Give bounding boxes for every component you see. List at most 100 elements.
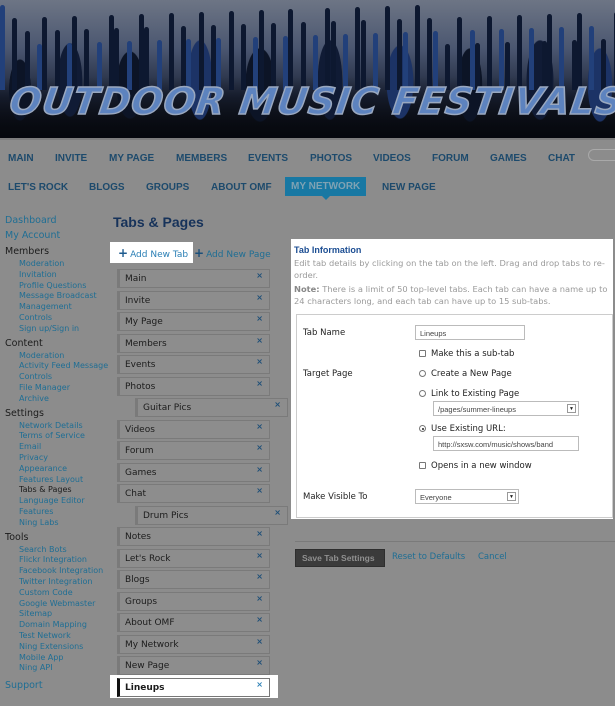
tab-item[interactable]: Main × (117, 269, 270, 288)
nav-tab-my-page[interactable]: MY PAGE (109, 153, 154, 164)
remove-tab-icon[interactable]: × (256, 293, 263, 302)
sidebar-item-profile-questions[interactable]: Profile Questions (5, 281, 108, 292)
tab-item[interactable]: Invite × (117, 290, 270, 310)
tab-item[interactable]: Forum × (117, 441, 270, 460)
sidebar-item-sign-up-sign-in[interactable]: Sign up/Sign in (5, 324, 108, 335)
sidebar-item-features-layout[interactable]: Features Layout (5, 475, 108, 486)
remove-tab-icon[interactable]: × (256, 658, 263, 667)
nav-tab-my-network[interactable]: MY NETWORK (285, 177, 367, 200)
sidebar-item-google-webmaster[interactable]: Google Webmaster (5, 599, 108, 610)
url-input[interactable]: http://sxsw.com/music/shows/band (433, 436, 579, 451)
sidebar-item-moderation[interactable]: Moderation (5, 259, 108, 270)
remove-tab-icon[interactable]: × (256, 336, 263, 345)
sidebar-item-terms-of-service[interactable]: Terms of Service (5, 431, 108, 442)
nav-tab-invite[interactable]: INVITE (55, 153, 87, 164)
reset-defaults-link[interactable]: Reset to Defaults (392, 552, 465, 562)
nav-tab-let-s-rock[interactable]: LET'S ROCK (8, 182, 68, 193)
sidebar-item-custom-code[interactable]: Custom Code (5, 588, 108, 599)
remove-tab-icon[interactable]: × (256, 443, 263, 452)
remove-tab-icon[interactable]: × (256, 314, 263, 323)
tab-item[interactable]: My Page × (117, 312, 270, 331)
sidebar-item-file-manager[interactable]: File Manager (5, 383, 108, 394)
nav-tab-games[interactable]: GAMES (490, 153, 527, 164)
remove-tab-icon[interactable]: × (256, 379, 263, 388)
nav-tab-new-page[interactable]: NEW PAGE (382, 182, 436, 193)
existing-page-select[interactable]: /pages/summer-lineups ▼ (433, 401, 579, 416)
remove-tab-icon[interactable]: × (256, 594, 263, 603)
nav-tab-chat[interactable]: CHAT (548, 153, 575, 164)
sidebar-item-language-editor[interactable]: Language Editor (5, 496, 108, 507)
remove-tab-icon[interactable]: × (256, 615, 263, 624)
sidebar-item-controls[interactable]: Controls (5, 313, 108, 324)
tab-item[interactable]: My Network × (117, 634, 270, 654)
sidebar-item-network-details[interactable]: Network Details (5, 421, 108, 432)
remove-tab-icon[interactable]: × (256, 357, 263, 366)
sub-tab-item[interactable]: Drum Pics × (135, 505, 288, 525)
sidebar-item-ning-extensions[interactable]: Ning Extensions (5, 642, 108, 653)
sidebar-item-controls[interactable]: Controls (5, 372, 108, 383)
sidebar-item-moderation[interactable]: Moderation (5, 351, 108, 362)
new-window-option[interactable]: Opens in a new window (419, 461, 532, 471)
sidebar-item-ning-api[interactable]: Ning API (5, 663, 108, 674)
sidebar-item-message-broadcast[interactable]: Message Broadcast (5, 291, 108, 302)
new-window-checkbox[interactable] (419, 462, 426, 469)
nav-tab-about-omf[interactable]: ABOUT OMF (211, 182, 272, 193)
remove-tab-icon[interactable]: × (256, 572, 263, 581)
use-url-option[interactable]: Use Existing URL: (419, 424, 506, 434)
sidebar-item-twitter-integration[interactable]: Twitter Integration (5, 577, 108, 588)
sidebar-support[interactable]: Support (5, 678, 108, 693)
make-subtab-checkbox[interactable] (419, 350, 426, 357)
site-logo[interactable]: OUTDOOR MUSIC FESTIVALS (6, 79, 615, 124)
sidebar-item-management[interactable]: Management (5, 302, 108, 313)
create-new-page-radio[interactable] (419, 370, 426, 377)
tab-item[interactable]: Groups × (117, 591, 270, 611)
sidebar-my-account[interactable]: My Account (5, 228, 108, 243)
tab-item[interactable]: Photos × (117, 376, 270, 396)
sidebar-item-activity-feed-message[interactable]: Activity Feed Message (5, 361, 108, 372)
sidebar-item-privacy[interactable]: Privacy (5, 453, 108, 464)
link-existing-page-option[interactable]: Link to Existing Page (419, 389, 519, 399)
nav-tab-main[interactable]: MAIN (8, 153, 34, 164)
sidebar-item-invitation[interactable]: Invitation (5, 270, 108, 281)
remove-tab-icon[interactable]: × (256, 422, 263, 431)
tab-item[interactable]: Blogs × (117, 570, 270, 589)
make-subtab-option[interactable]: Make this a sub-tab (419, 349, 514, 359)
nav-tab-members[interactable]: MEMBERS (176, 153, 227, 164)
search-input[interactable] (588, 149, 615, 161)
sidebar-item-test-network[interactable]: Test Network (5, 631, 108, 642)
sidebar-item-flickr-integration[interactable]: Flickr Integration (5, 555, 108, 566)
tab-item[interactable]: About OMF × (117, 613, 270, 632)
save-tab-settings-button[interactable]: Save Tab Settings (295, 549, 385, 567)
sidebar-item-search-bots[interactable]: Search Bots (5, 545, 108, 556)
sidebar-item-ning-labs[interactable]: Ning Labs (5, 518, 108, 529)
sidebar-item-archive[interactable]: Archive (5, 394, 108, 405)
tab-item[interactable]: Lineups × (117, 677, 270, 697)
nav-tab-forum[interactable]: FORUM (432, 153, 469, 164)
sidebar-item-email[interactable]: Email (5, 442, 108, 453)
sidebar-item-facebook-integration[interactable]: Facebook Integration (5, 566, 108, 577)
remove-tab-icon[interactable]: × (274, 508, 281, 517)
link-existing-page-radio[interactable] (419, 390, 426, 397)
remove-tab-icon[interactable]: × (256, 271, 263, 280)
remove-tab-icon[interactable]: × (274, 400, 281, 409)
tab-item[interactable]: Chat × (117, 484, 270, 503)
use-url-radio[interactable] (419, 425, 426, 432)
tab-item[interactable]: Events × (117, 355, 270, 374)
tab-item[interactable]: Notes × (117, 527, 270, 546)
sidebar-item-sitemap[interactable]: Sitemap (5, 609, 108, 620)
nav-tab-blogs[interactable]: BLOGS (89, 182, 125, 193)
sidebar-item-mobile-app[interactable]: Mobile App (5, 653, 108, 664)
nav-tab-videos[interactable]: VIDEOS (373, 153, 411, 164)
sidebar-item-domain-mapping[interactable]: Domain Mapping (5, 620, 108, 631)
remove-tab-icon[interactable]: × (256, 529, 263, 538)
nav-tab-events[interactable]: EVENTS (248, 153, 288, 164)
sidebar-dashboard[interactable]: Dashboard (5, 213, 108, 228)
nav-tab-photos[interactable]: PHOTOS (310, 153, 352, 164)
tab-item[interactable]: Videos × (117, 419, 270, 439)
sub-tab-item[interactable]: Guitar Pics × (135, 398, 288, 417)
tab-item[interactable]: Let's Rock × (117, 548, 270, 568)
tab-name-input[interactable]: Lineups (415, 325, 525, 340)
nav-tab-groups[interactable]: GROUPS (146, 182, 189, 193)
tab-item[interactable]: New Page × (117, 656, 270, 675)
tab-item[interactable]: Members × (117, 333, 270, 353)
